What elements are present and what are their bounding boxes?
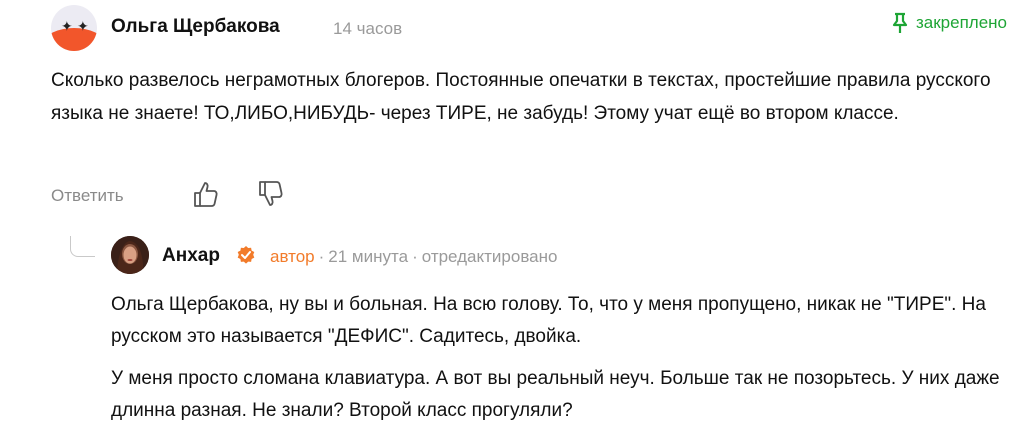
reply-meta: автор · 21 минута · отредактировано — [270, 247, 557, 267]
reply-button[interactable]: Ответить — [51, 186, 124, 206]
verified-badge-icon — [237, 246, 255, 264]
comment-text: Сколько развелось неграмотных блогеров. … — [51, 70, 991, 124]
avatar[interactable]: ✦ ✦ — [51, 5, 97, 51]
comment-actions: Ответить — [51, 181, 283, 210]
reply-thread-line — [70, 236, 95, 257]
sparkle-icon: ✦ — [77, 18, 89, 34]
author-role-badge: автор — [270, 247, 315, 266]
avatar-shape — [51, 28, 97, 51]
reply-paragraph: Ольга Щербакова, ну вы и больная. На всю… — [111, 294, 986, 347]
thumbs-up-icon[interactable] — [193, 180, 219, 208]
comment-author[interactable]: Ольга Щербакова — [111, 16, 280, 38]
reply-author[interactable]: Анхар — [162, 245, 220, 267]
pinned-label: закреплено — [915, 13, 1007, 32]
avatar[interactable] — [111, 236, 149, 274]
thumbs-down-icon[interactable] — [258, 180, 284, 208]
separator-dot: · — [412, 247, 418, 266]
separator-dot: · — [318, 247, 325, 266]
avatar-photo — [111, 236, 149, 274]
reply-time: 21 минута — [328, 247, 409, 266]
edited-label: отредактировано — [421, 247, 558, 266]
comment-time: 14 часов — [333, 19, 403, 38]
reply-text: Ольга Щербакова, ну вы и больная. На всю… — [111, 289, 1011, 437]
sparkle-icon: ✦ — [61, 18, 73, 34]
pin-icon — [892, 12, 908, 33]
reply-paragraph: У меня просто сломана клавиатура. А вот … — [111, 368, 1000, 421]
pinned-badge: закреплено — [892, 12, 1007, 34]
